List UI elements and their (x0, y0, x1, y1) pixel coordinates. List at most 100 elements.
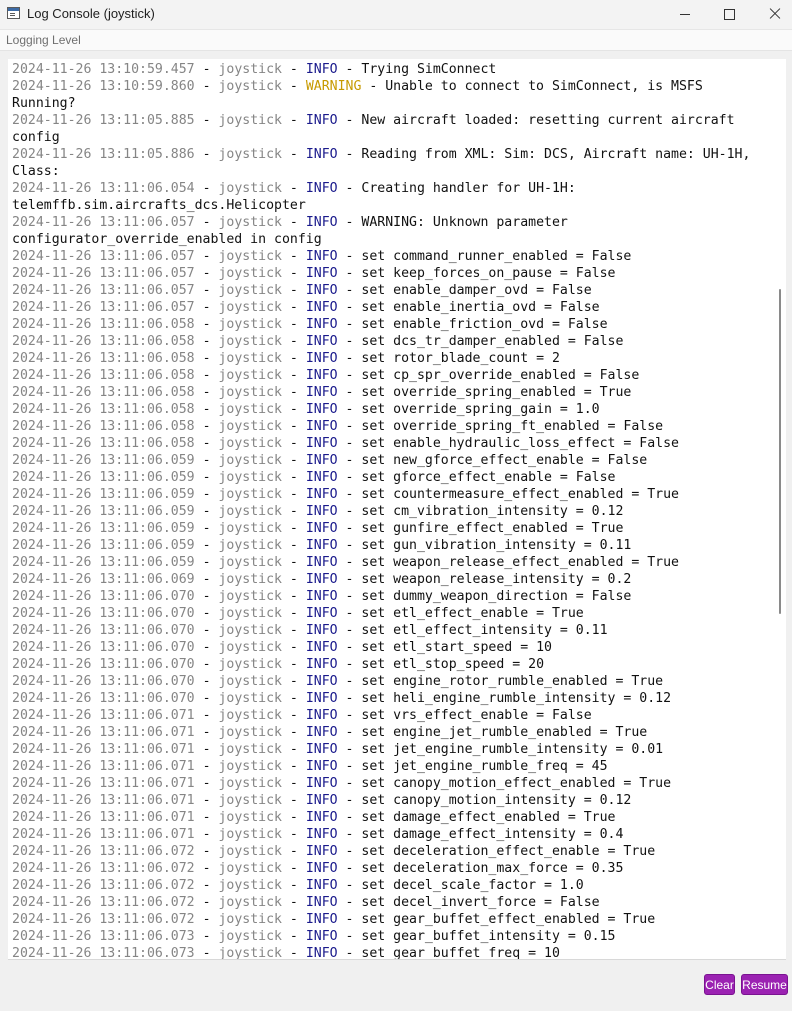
log-level: INFO (305, 759, 338, 774)
log-separator: - (194, 113, 219, 128)
close-button[interactable] (752, 0, 792, 28)
scrollbar-thumb[interactable] (779, 289, 781, 614)
log-logger-name: joystick (218, 487, 282, 502)
log-level: INFO (305, 912, 338, 927)
log-timestamp: 2024-11-26 13:11:06.073 (12, 929, 195, 944)
log-line: 2024-11-26 13:11:06.069 - joystick - INF… (12, 571, 772, 588)
log-message: - Reading from XML: Sim: DCS, Aircraft n… (337, 147, 751, 162)
vertical-scrollbar[interactable] (776, 59, 786, 959)
minimize-button[interactable] (662, 0, 708, 28)
log-timestamp: 2024-11-26 13:11:06.071 (12, 708, 195, 723)
log-separator: - (194, 504, 219, 519)
log-line: 2024-11-26 13:11:05.885 - joystick - INF… (12, 112, 772, 129)
log-separator: - (194, 572, 219, 587)
log-logger-name: joystick (218, 912, 282, 927)
log-separator: - (281, 521, 306, 536)
log-timestamp: 2024-11-26 13:11:06.054 (12, 181, 195, 196)
log-timestamp: 2024-11-26 13:11:06.059 (12, 521, 195, 536)
log-separator: - (194, 742, 219, 757)
log-timestamp: 2024-11-26 13:11:06.070 (12, 606, 195, 621)
log-message: - set countermeasure_effect_enabled = Tr… (337, 487, 679, 502)
log-timestamp: 2024-11-26 13:11:06.071 (12, 725, 195, 740)
log-timestamp: 2024-11-26 13:11:05.886 (12, 147, 195, 162)
log-line: Class: (12, 163, 772, 180)
log-separator: - (194, 368, 219, 383)
log-line: 2024-11-26 13:11:06.059 - joystick - INF… (12, 452, 772, 469)
log-timestamp: 2024-11-26 13:11:06.059 (12, 555, 195, 570)
log-level: INFO (305, 249, 338, 264)
log-level: INFO (305, 810, 338, 825)
log-timestamp: 2024-11-26 13:10:59.457 (12, 62, 195, 77)
log-level: INFO (305, 538, 338, 553)
log-separator: - (281, 419, 306, 434)
log-separator: - (194, 249, 219, 264)
log-message: - set etl_effect_enable = True (337, 606, 584, 621)
log-line: 2024-11-26 13:11:06.059 - joystick - INF… (12, 503, 772, 520)
log-separator: - (281, 674, 306, 689)
log-timestamp: 2024-11-26 13:11:06.058 (12, 368, 195, 383)
log-line: 2024-11-26 13:10:59.860 - joystick - WAR… (12, 78, 772, 95)
log-separator: - (194, 674, 219, 689)
menu-bar: Logging Level (0, 30, 792, 51)
log-message: - set override_spring_gain = 1.0 (337, 402, 600, 417)
log-separator: - (281, 555, 306, 570)
clear-button[interactable]: Clear (704, 974, 735, 995)
log-separator: - (281, 62, 306, 77)
maximize-button[interactable] (706, 0, 752, 28)
log-line: 2024-11-26 13:10:59.457 - joystick - INF… (12, 61, 772, 78)
log-separator: - (281, 640, 306, 655)
log-line: 2024-11-26 13:11:06.059 - joystick - INF… (12, 486, 772, 503)
log-level: INFO (305, 453, 338, 468)
log-separator: - (281, 113, 306, 128)
log-separator: - (281, 470, 306, 485)
log-message: - New aircraft loaded: resetting current… (337, 113, 735, 128)
log-output[interactable]: 2024-11-26 13:10:59.457 - joystick - INF… (8, 59, 777, 959)
log-message: - Creating handler for UH-1H: (337, 181, 576, 196)
log-message: - set gear_buffet_effect_enabled = True (337, 912, 656, 927)
log-separator: - (281, 878, 306, 893)
log-separator: - (281, 691, 306, 706)
log-timestamp: 2024-11-26 13:11:06.071 (12, 742, 195, 757)
log-level: INFO (305, 147, 338, 162)
log-logger-name: joystick (218, 181, 282, 196)
log-separator: - (281, 266, 306, 281)
log-separator: - (194, 300, 219, 315)
log-logger-name: joystick (218, 283, 282, 298)
log-message: config (12, 130, 60, 145)
log-timestamp: 2024-11-26 13:11:06.058 (12, 419, 195, 434)
log-timestamp: 2024-11-26 13:11:06.071 (12, 793, 195, 808)
resume-button[interactable]: Resume (741, 974, 788, 995)
log-separator: - (281, 742, 306, 757)
log-logger-name: joystick (218, 810, 282, 825)
log-message: - set rotor_blade_count = 2 (337, 351, 560, 366)
log-message: configurator_override_enabled in config (12, 232, 322, 247)
log-level: INFO (305, 266, 338, 281)
log-line: 2024-11-26 13:11:06.071 - joystick - INF… (12, 724, 772, 741)
log-line: 2024-11-26 13:11:06.057 - joystick - INF… (12, 282, 772, 299)
log-message: - set deceleration_effect_enable = True (337, 844, 656, 859)
log-message: - set keep_forces_on_pause = False (337, 266, 616, 281)
log-line: 2024-11-26 13:11:06.058 - joystick - INF… (12, 367, 772, 384)
log-line: config (12, 129, 772, 146)
log-logger-name: joystick (218, 402, 282, 417)
log-logger-name: joystick (218, 521, 282, 536)
log-message: telemffb.sim.aircrafts_dcs.Helicopter (12, 198, 306, 213)
log-message: - set gun_vibration_intensity = 0.11 (337, 538, 632, 553)
log-line: 2024-11-26 13:11:06.070 - joystick - INF… (12, 605, 772, 622)
log-separator: - (194, 793, 219, 808)
log-logger-name: joystick (218, 589, 282, 604)
log-separator: - (194, 725, 219, 740)
log-separator: - (194, 555, 219, 570)
log-level: INFO (305, 436, 338, 451)
log-level: INFO (305, 606, 338, 621)
log-logger-name: joystick (218, 895, 282, 910)
log-timestamp: 2024-11-26 13:11:06.070 (12, 674, 195, 689)
log-separator: - (281, 538, 306, 553)
log-separator: - (194, 691, 219, 706)
log-separator: - (281, 283, 306, 298)
log-line: 2024-11-26 13:11:06.071 - joystick - INF… (12, 758, 772, 775)
log-separator: - (281, 759, 306, 774)
window-title: Log Console (joystick) (27, 6, 155, 21)
log-timestamp: 2024-11-26 13:11:06.057 (12, 300, 195, 315)
menu-logging-level[interactable]: Logging Level (6, 33, 81, 47)
